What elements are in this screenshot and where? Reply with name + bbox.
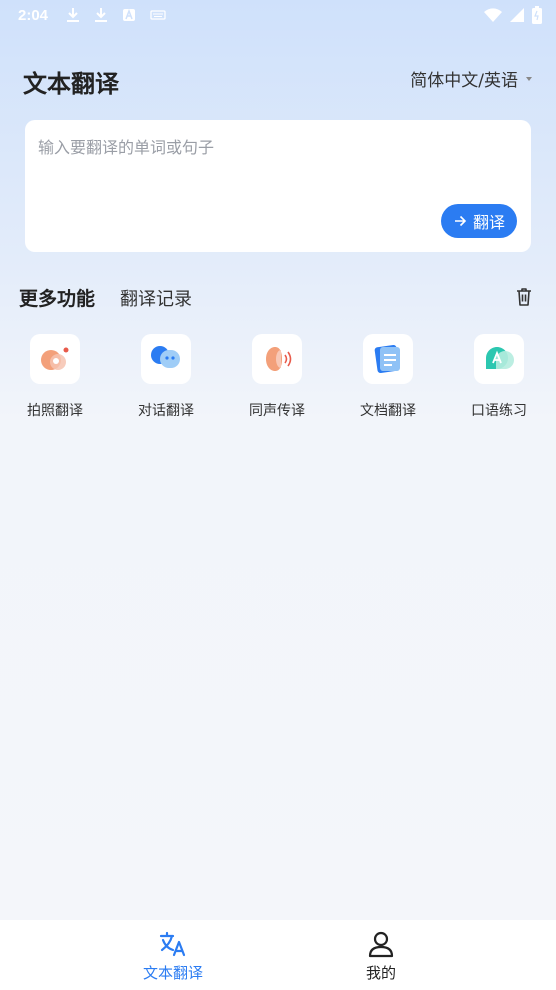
feature-label: 对话翻译 xyxy=(138,403,194,419)
section-tabs: 更多功能 翻译记录 xyxy=(19,284,535,312)
feature-label: 口语练习 xyxy=(471,403,527,419)
feature-simultaneous-interpret[interactable]: 同声传译 xyxy=(237,334,317,426)
simultaneous-interpret-icon xyxy=(252,334,302,384)
caret-down-icon xyxy=(526,76,532,81)
feature-camera-translate[interactable]: 拍照翻译 xyxy=(15,334,95,426)
trash-icon[interactable] xyxy=(513,286,535,308)
nav-item-text-translate[interactable]: 文本翻译 xyxy=(113,920,233,990)
feature-label: 文档翻译 xyxy=(360,403,416,419)
translate-button-label: 翻译 xyxy=(472,213,505,232)
header: 文本翻译 简体中文/英语 xyxy=(0,58,556,102)
download-icon xyxy=(95,8,108,22)
speaking-practice-icon xyxy=(474,334,524,384)
translate-button[interactable]: 翻译 xyxy=(441,204,517,238)
dialog-translate-icon xyxy=(141,334,191,384)
feature-speaking-practice[interactable]: 口语练习 xyxy=(459,334,539,426)
feature-grid: 拍照翻译 对话翻译 同声传译 文档翻译 口语练习 xyxy=(0,334,556,434)
nav-item-me[interactable]: 我的 xyxy=(321,920,441,990)
app-store-icon xyxy=(123,8,136,21)
status-time: 2:04 xyxy=(18,6,49,24)
download-icon xyxy=(67,8,80,22)
notification-icons xyxy=(66,7,166,23)
page-title: 文本翻译 xyxy=(23,70,119,98)
nav-item-label: 文本翻译 xyxy=(142,964,203,982)
feature-label: 拍照翻译 xyxy=(27,403,83,419)
system-status-icons xyxy=(484,6,542,24)
camera-translate-icon xyxy=(30,334,80,384)
input-placeholder: 输入要翻译的单词或句子 xyxy=(38,138,215,157)
document-translate-icon xyxy=(363,334,413,384)
language-selector-label: 简体中文/英语 xyxy=(410,71,518,91)
tab-translation-history[interactable]: 翻译记录 xyxy=(120,285,192,311)
feature-dialog-translate[interactable]: 对话翻译 xyxy=(126,334,206,426)
language-selector[interactable]: 简体中文/英语 xyxy=(410,66,532,91)
nav-item-label: 我的 xyxy=(365,964,396,982)
translate-icon xyxy=(159,931,186,957)
feature-document-translate[interactable]: 文档翻译 xyxy=(348,334,428,426)
signal-icon xyxy=(510,8,524,22)
bottom-nav: 文本翻译 我的 xyxy=(0,920,556,990)
wifi-icon xyxy=(484,8,502,22)
keyboard-icon xyxy=(150,10,166,20)
feature-label: 同声传译 xyxy=(249,403,305,419)
tab-more-features[interactable]: 更多功能 xyxy=(19,284,95,311)
translation-input[interactable]: 输入要翻译的单词或句子 翻译 xyxy=(25,120,531,252)
user-icon xyxy=(368,931,394,958)
battery-icon xyxy=(532,6,542,24)
status-bar: 2:04 xyxy=(0,0,556,30)
arrow-right-icon xyxy=(454,215,467,227)
